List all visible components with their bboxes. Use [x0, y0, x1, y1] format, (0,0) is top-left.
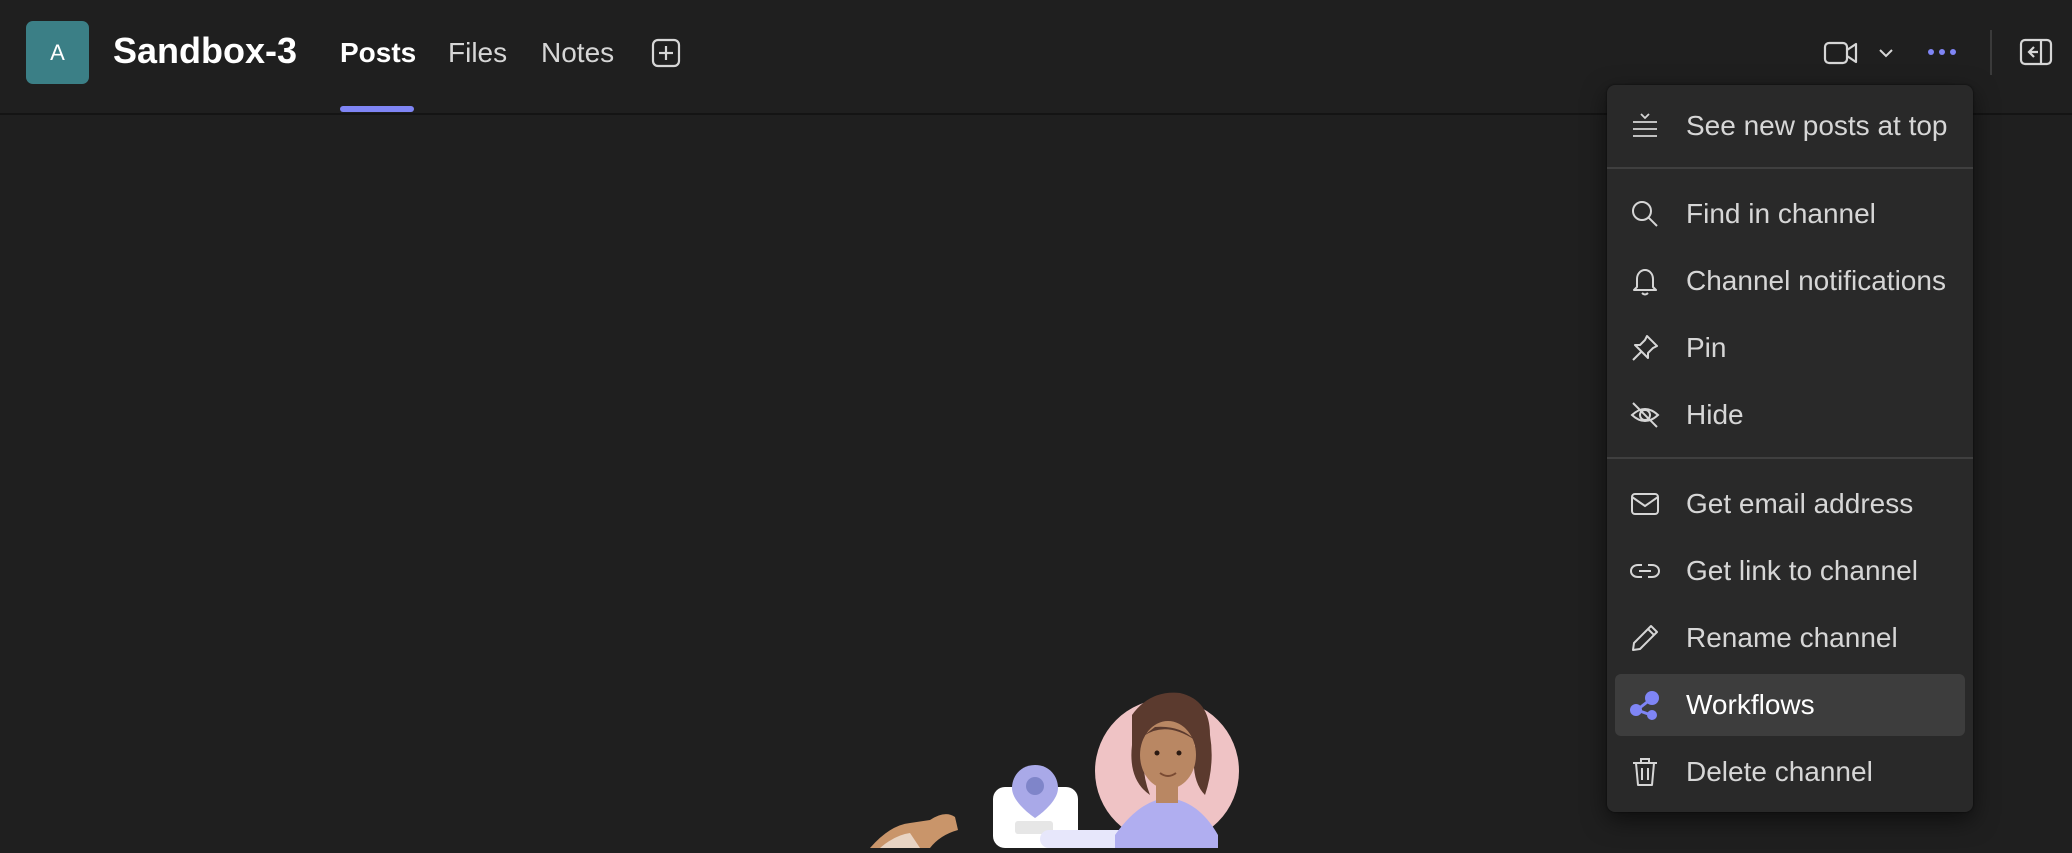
menu-item-get-link-to-channel[interactable]: Get link to channel	[1615, 540, 1965, 602]
menu-item-label: Hide	[1686, 399, 1744, 430]
menu-item-find-in-channel[interactable]: Find in channel	[1615, 183, 1965, 245]
menu-item-label: Get email address	[1686, 488, 1914, 519]
menu-item-rename-channel[interactable]: Rename channel	[1615, 607, 1965, 669]
menu-item-label: Rename channel	[1686, 622, 1898, 653]
header-divider	[1990, 30, 1992, 75]
menu-item-hide[interactable]: Hide	[1615, 384, 1965, 446]
plus-square-icon	[651, 38, 681, 68]
link-icon	[1629, 564, 1661, 578]
open-pane-button[interactable]	[2019, 37, 2053, 67]
search-icon	[1632, 201, 1658, 227]
more-horizontal-icon	[1928, 49, 1956, 55]
menu-item-pin[interactable]: Pin	[1615, 317, 1965, 379]
tab-notes[interactable]: Notes	[541, 37, 614, 69]
menu-item-label: Channel notifications	[1686, 265, 1946, 296]
tab-posts[interactable]: Posts	[340, 37, 416, 69]
menu-item-label: Delete channel	[1686, 756, 1873, 787]
menu-divider	[1607, 457, 1973, 459]
menu-item-label: Find in channel	[1686, 198, 1876, 229]
menu-item-see-new-posts-at-top[interactable]: See new posts at top	[1615, 95, 1965, 157]
channel-options-menu: See new posts at top Find in channel Cha…	[1607, 85, 1973, 812]
menu-item-get-email-address[interactable]: Get email address	[1615, 473, 1965, 535]
pin-icon	[1632, 335, 1658, 361]
tab-files[interactable]: Files	[448, 37, 507, 69]
menu-item-channel-notifications[interactable]: Channel notifications	[1615, 250, 1965, 312]
video-call-button[interactable]	[1823, 37, 1859, 69]
menu-item-label: Pin	[1686, 332, 1727, 363]
team-avatar[interactable]: A	[26, 21, 89, 84]
chevron-down-icon	[1879, 49, 1893, 58]
menu-item-label: Get link to channel	[1686, 555, 1918, 586]
bell-icon	[1633, 269, 1657, 296]
eye-off-icon	[1630, 402, 1660, 428]
menu-item-delete-channel[interactable]: Delete channel	[1615, 741, 1965, 803]
video-options-button[interactable]	[1876, 43, 1896, 63]
empty-state-illustration	[850, 685, 1250, 848]
pencil-icon	[1632, 625, 1658, 651]
video-camera-icon	[1823, 41, 1858, 65]
menu-divider	[1607, 167, 1973, 169]
active-tab-indicator	[340, 106, 414, 112]
menu-item-label: Workflows	[1686, 689, 1815, 720]
workflows-icon	[1630, 691, 1659, 720]
menu-item-label: See new posts at top	[1686, 110, 1948, 141]
menu-item-workflows[interactable]: Workflows	[1615, 674, 1965, 736]
trash-icon	[1633, 758, 1657, 786]
more-options-button[interactable]	[1926, 40, 1958, 64]
mail-icon	[1631, 493, 1659, 515]
new-posts-top-icon	[1633, 113, 1657, 137]
add-tab-button[interactable]	[650, 37, 682, 69]
open-pane-icon	[2019, 38, 2053, 66]
channel-title: Sandbox-3	[113, 30, 298, 71]
